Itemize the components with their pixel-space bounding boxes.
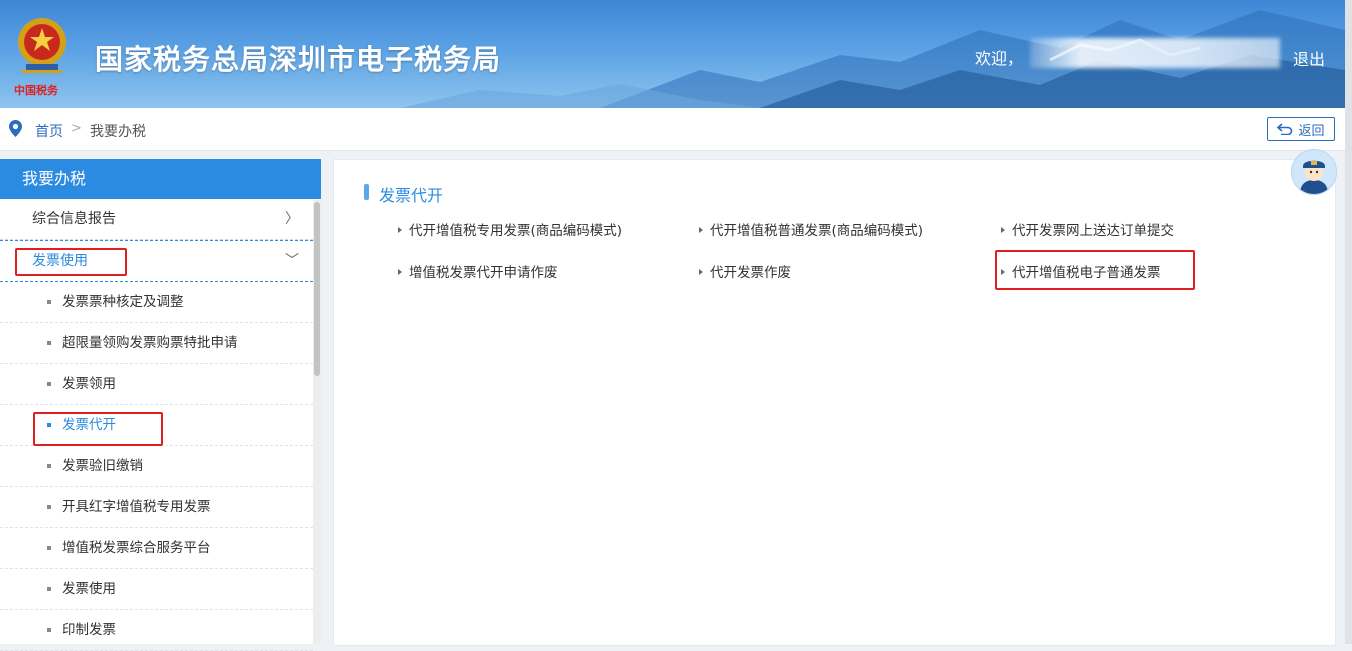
sidebar-item-label: 发票使用: [32, 253, 88, 269]
sidebar-subitem-label: 发票代开: [62, 417, 116, 433]
sidebar-scrollbar-thumb[interactable]: [314, 202, 320, 376]
bullet-icon: [47, 628, 51, 632]
bullet-icon: [47, 546, 51, 550]
page-gutter: [1345, 0, 1352, 644]
section-marker: [364, 184, 369, 200]
bullet-icon: [47, 341, 51, 345]
section-title: 发票代开: [364, 182, 443, 206]
back-button-label: 返回: [1298, 123, 1325, 139]
chevron-down-icon: ﹀: [285, 253, 299, 269]
link-void-application[interactable]: 增值税发票代开申请作废: [398, 261, 558, 281]
sidebar-subitem-label: 增值税发票综合服务平台: [62, 540, 211, 556]
sidebar-subitem-label: 印制发票: [62, 622, 116, 638]
triangle-right-icon: [1001, 269, 1005, 275]
bullet-icon: [47, 300, 51, 304]
emblem-caption: 中国税务: [14, 84, 58, 97]
sidebar-subitem[interactable]: 发票票种核定及调整: [0, 282, 313, 323]
sidebar-subitem-label: 开具红字增值税专用发票: [62, 499, 211, 515]
link-vat-electronic-invoice[interactable]: 代开增值税电子普通发票: [1001, 261, 1161, 281]
link-void-invoice[interactable]: 代开发票作废: [699, 261, 791, 281]
assistant-avatar[interactable]: [1291, 149, 1337, 195]
welcome-text: 欢迎，: [975, 49, 1024, 68]
breadcrumb-separator: >: [71, 121, 82, 136]
sidebar: 我要办税 综合信息报告 〉 发票使用 ﹀ 发票票种核定及调整 超限量领购发票购票…: [0, 159, 321, 651]
link-label: 代开增值税普通发票(商品编码模式): [710, 223, 924, 239]
sidebar-title: 我要办税: [0, 159, 321, 199]
bullet-icon: [47, 587, 51, 591]
sidebar-subitem[interactable]: 发票验旧缴销: [0, 446, 313, 487]
breadcrumb-home-link[interactable]: 首页: [35, 121, 63, 141]
link-label: 增值税发票代开申请作废: [409, 265, 558, 281]
triangle-right-icon: [398, 227, 402, 233]
sidebar-item-report[interactable]: 综合信息报告 〉: [0, 199, 313, 240]
link-label: 代开增值税专用发票(商品编码模式): [409, 223, 623, 239]
sidebar-subitem[interactable]: 开具红字增值税专用发票: [0, 487, 313, 528]
link-label: 代开增值税电子普通发票: [1012, 265, 1161, 281]
triangle-right-icon: [699, 227, 703, 233]
main-panel: 发票代开 代开增值税专用发票(商品编码模式) 代开增值税普通发票(商品编码模式)…: [333, 159, 1336, 646]
user-name-blurred: [1030, 38, 1280, 68]
link-vat-special-invoice[interactable]: 代开增值税专用发票(商品编码模式): [398, 219, 622, 239]
link-delivery-order[interactable]: 代开发票网上送达订单提交: [1001, 219, 1174, 239]
link-vat-general-invoice[interactable]: 代开增值税普通发票(商品编码模式): [699, 219, 923, 239]
sidebar-subitem[interactable]: 超限量领购发票购票特批申请: [0, 323, 313, 364]
sidebar-subitem-invoice-issue[interactable]: 发票代开: [0, 405, 313, 446]
logout-link[interactable]: 退出: [1293, 46, 1325, 70]
triangle-right-icon: [699, 269, 703, 275]
sidebar-subitem[interactable]: 发票领用: [0, 364, 313, 405]
link-label: 代开发票作废: [710, 265, 791, 281]
link-label: 代开发票网上送达订单提交: [1012, 223, 1174, 239]
sidebar-subitem-label: 发票验旧缴销: [62, 458, 143, 474]
triangle-right-icon: [398, 269, 402, 275]
sidebar-subitem[interactable]: 发票使用: [0, 569, 313, 610]
breadcrumb: 首页 > 我要办税 返回: [0, 108, 1345, 151]
sidebar-item-label: 综合信息报告: [32, 211, 116, 227]
tax-emblem-icon: [18, 18, 66, 73]
bullet-icon: [47, 423, 51, 427]
location-pin-icon: [9, 120, 22, 137]
return-arrow-icon: [1277, 123, 1293, 135]
sidebar-subitem-label: 发票使用: [62, 581, 116, 597]
sidebar-subitem-label: 发票票种核定及调整: [62, 294, 184, 310]
sidebar-subitem[interactable]: 印制发票: [0, 610, 313, 651]
triangle-right-icon: [1001, 227, 1005, 233]
chevron-right-icon: 〉: [285, 211, 299, 227]
site-title: 国家税务总局深圳市电子税务局: [95, 43, 502, 76]
sidebar-subitem[interactable]: 增值税发票综合服务平台: [0, 528, 313, 569]
sidebar-subitem-label: 超限量领购发票购票特批申请: [62, 335, 238, 351]
tax-officer-avatar-icon: [1292, 150, 1336, 194]
sidebar-subitem-label: 发票领用: [62, 376, 116, 392]
section-title-text: 发票代开: [379, 186, 444, 205]
bullet-icon: [47, 382, 51, 386]
sidebar-item-invoice-use[interactable]: 发票使用 ﹀: [0, 240, 313, 282]
site-header: 中国税务 国家税务总局深圳市电子税务局 欢迎， 退出: [0, 0, 1345, 108]
bullet-icon: [47, 464, 51, 468]
back-button[interactable]: 返回: [1267, 117, 1335, 141]
bullet-icon: [47, 505, 51, 509]
breadcrumb-current: 我要办税: [90, 124, 146, 140]
